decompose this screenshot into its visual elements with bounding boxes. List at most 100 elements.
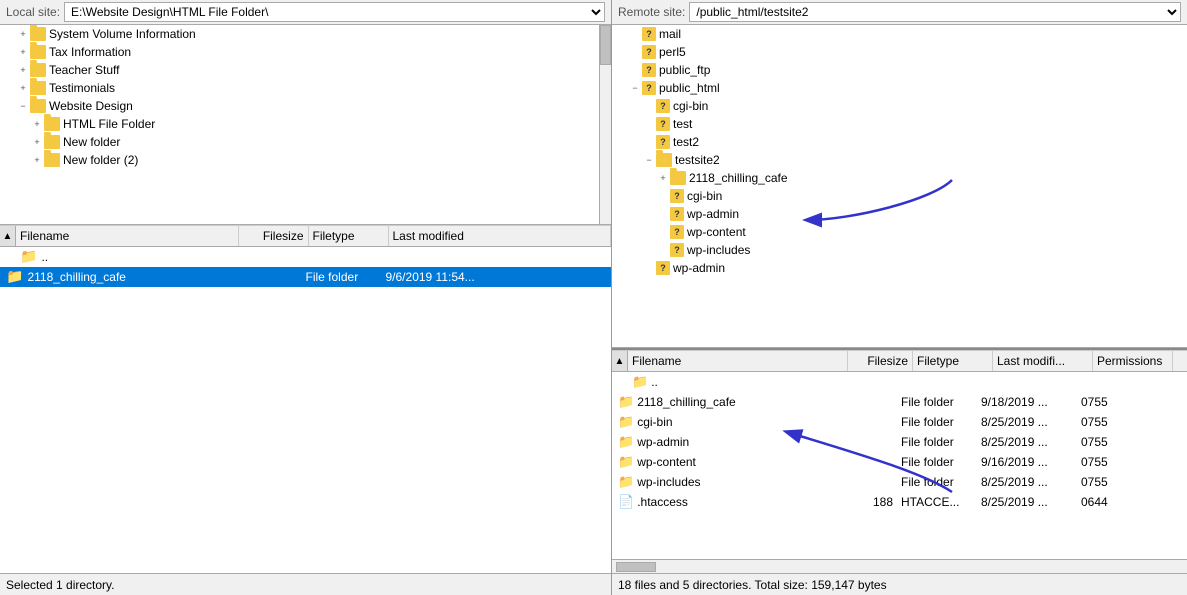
main-container: Local site: E:\Website Design\HTML File … bbox=[0, 0, 1187, 595]
expand-htmlfilefolder[interactable]: + bbox=[30, 119, 44, 129]
tree-item-cgibin2-r[interactable]: cgi-bin bbox=[612, 187, 1187, 205]
col-filename[interactable]: Filename bbox=[16, 226, 239, 246]
tree-item-websitedesign[interactable]: − Website Design bbox=[0, 97, 611, 115]
tree-item-wpcontent-r[interactable]: wp-content bbox=[612, 223, 1187, 241]
expand-svi[interactable]: + bbox=[16, 29, 30, 39]
col-filesize[interactable]: Filesize bbox=[239, 226, 309, 246]
label-websitedesign: Website Design bbox=[49, 99, 133, 113]
remote-cgibin-name: cgi-bin bbox=[637, 415, 672, 429]
remote-col-filesize[interactable]: Filesize bbox=[848, 351, 913, 371]
remote-wpadmin-size bbox=[832, 432, 897, 451]
expand-public-html[interactable]: − bbox=[628, 83, 642, 93]
label-tax: Tax Information bbox=[49, 45, 131, 59]
expand-newfolder[interactable]: + bbox=[30, 137, 44, 147]
parent-modified bbox=[389, 247, 612, 266]
remote-htaccess-mod: 8/25/2019 ... bbox=[977, 492, 1077, 511]
remote-col-lastmod[interactable]: Last modifi... bbox=[993, 351, 1093, 371]
remote-file-list[interactable]: 📁 .. 📁 2118_chilling_cafe File folder bbox=[612, 372, 1187, 573]
tree-item-test2[interactable]: test2 bbox=[612, 133, 1187, 151]
remote-parent-perms bbox=[1077, 372, 1157, 391]
local-file-list[interactable]: 📁 .. 📁 2118_chilling_cafe File folder 9/… bbox=[0, 247, 611, 573]
remote-file-row-cgibin[interactable]: 📁 cgi-bin File folder 8/25/2019 ... 0755 bbox=[612, 412, 1187, 432]
file-row-parent[interactable]: 📁 .. bbox=[0, 247, 611, 267]
remote-site-label: Remote site: bbox=[618, 5, 685, 19]
remote-parent-size bbox=[832, 372, 897, 391]
expand-testimonials[interactable]: + bbox=[16, 83, 30, 93]
sort-btn[interactable]: ▲ bbox=[0, 226, 16, 246]
tree-item-testimonials[interactable]: + Testimonials bbox=[0, 79, 611, 97]
cafe-modified: 9/6/2019 11:54... bbox=[382, 267, 612, 286]
tree-item-wpadmin2-r[interactable]: wp-admin bbox=[612, 259, 1187, 277]
tree-item-testsite2[interactable]: − testsite2 bbox=[612, 151, 1187, 169]
expand-websitedesign[interactable]: − bbox=[16, 101, 30, 111]
tree-item-test[interactable]: test bbox=[612, 115, 1187, 133]
remote-cafe-perms: 0755 bbox=[1077, 392, 1157, 411]
col-filename-label: Filename bbox=[20, 229, 69, 243]
tree-item-cafe-r[interactable]: + 2118_chilling_cafe bbox=[612, 169, 1187, 187]
remote-file-row-cafe[interactable]: 📁 2118_chilling_cafe File folder 9/18/20… bbox=[612, 392, 1187, 412]
tree-item-public-html[interactable]: − public_html bbox=[612, 79, 1187, 97]
remote-file-row-parent[interactable]: 📁 .. bbox=[612, 372, 1187, 392]
expand-newfolder2[interactable]: + bbox=[30, 155, 44, 165]
local-tree[interactable]: + System Volume Information + Tax Inform… bbox=[0, 25, 611, 225]
remote-sort-btn[interactable]: ▲ bbox=[612, 351, 628, 371]
tree-item-wpadmin-r[interactable]: wp-admin bbox=[612, 205, 1187, 223]
remote-col-filetype[interactable]: Filetype bbox=[913, 351, 993, 371]
question-icon-cgibin-r bbox=[656, 99, 670, 113]
label-cgibin2-r: cgi-bin bbox=[687, 189, 722, 203]
remote-col-perms[interactable]: Permissions bbox=[1093, 351, 1173, 371]
folder-icon-teacher bbox=[30, 63, 46, 77]
tree-item-public-ftp[interactable]: public_ftp bbox=[612, 61, 1187, 79]
remote-file-row-wpadmin[interactable]: 📁 wp-admin File folder 8/25/2019 ... 075… bbox=[612, 432, 1187, 452]
expand-tax[interactable]: + bbox=[16, 47, 30, 57]
label-cafe-r: 2118_chilling_cafe bbox=[689, 171, 788, 185]
remote-site-header: Remote site: /public_html/testsite2 bbox=[612, 0, 1187, 25]
label-newfolder: New folder bbox=[63, 135, 120, 149]
remote-file-row-wpcontent[interactable]: 📁 wp-content File folder 9/16/2019 ... 0… bbox=[612, 452, 1187, 472]
remote-col-headers: ▲ Filename Filesize Filetype Last modifi… bbox=[612, 350, 1187, 372]
remote-wpincludes-type: File folder bbox=[897, 472, 977, 491]
tree-item-tax[interactable]: + Tax Information bbox=[0, 43, 611, 61]
label-public-html: public_html bbox=[659, 81, 720, 95]
remote-cgibin-mod: 8/25/2019 ... bbox=[977, 412, 1077, 431]
remote-file-row-htaccess[interactable]: 📄 .htaccess 188 HTACCE... 8/25/2019 ... … bbox=[612, 492, 1187, 512]
remote-cgibin-perms: 0755 bbox=[1077, 412, 1157, 431]
tree-item-svi[interactable]: + System Volume Information bbox=[0, 25, 611, 43]
folder-icon-svi bbox=[30, 27, 46, 41]
tree-item-mail[interactable]: mail bbox=[612, 25, 1187, 43]
remote-file-row-wpincludes[interactable]: 📁 wp-includes File folder 8/25/2019 ... … bbox=[612, 472, 1187, 492]
question-icon-public-html bbox=[642, 81, 656, 95]
label-wpadmin-r: wp-admin bbox=[687, 207, 739, 221]
col-lastmodified[interactable]: Last modified bbox=[389, 226, 612, 246]
tree-item-newfolder2[interactable]: + New folder (2) bbox=[0, 151, 611, 169]
local-site-path[interactable]: E:\Website Design\HTML File Folder\ bbox=[64, 2, 605, 22]
left-panel: Local site: E:\Website Design\HTML File … bbox=[0, 0, 612, 595]
remote-tree[interactable]: mail perl5 public_ftp − public_html bbox=[612, 25, 1187, 348]
remote-cafe-mod: 9/18/2019 ... bbox=[977, 392, 1077, 411]
remote-site-path[interactable]: /public_html/testsite2 bbox=[689, 2, 1181, 22]
tree-item-perl5[interactable]: perl5 bbox=[612, 43, 1187, 61]
label-wpcontent-r: wp-content bbox=[687, 225, 746, 239]
tree-item-cgibin-r[interactable]: cgi-bin bbox=[612, 97, 1187, 115]
remote-col-filename[interactable]: Filename bbox=[628, 351, 848, 371]
h-scrollbar[interactable] bbox=[612, 559, 1187, 573]
col-filetype[interactable]: Filetype bbox=[309, 226, 389, 246]
label-mail: mail bbox=[659, 27, 681, 41]
remote-wpcontent-size bbox=[832, 452, 897, 471]
expand-teacher[interactable]: + bbox=[16, 65, 30, 75]
expand-testsite2[interactable]: − bbox=[642, 155, 656, 165]
question-icon-wpincludes-r bbox=[670, 243, 684, 257]
tree-item-newfolder[interactable]: + New folder bbox=[0, 133, 611, 151]
local-status-bar: Selected 1 directory. bbox=[0, 573, 611, 595]
remote-wpincludes-size bbox=[832, 472, 897, 491]
tree-item-wpincludes-r[interactable]: wp-includes bbox=[612, 241, 1187, 259]
remote-wpincludes-perms: 0755 bbox=[1077, 472, 1157, 491]
remote-wpadmin-name: wp-admin bbox=[637, 435, 689, 449]
tree-item-teacher[interactable]: + Teacher Stuff bbox=[0, 61, 611, 79]
remote-wpadmin-perms: 0755 bbox=[1077, 432, 1157, 451]
file-row-cafe[interactable]: 📁 2118_chilling_cafe File folder 9/6/201… bbox=[0, 267, 611, 287]
col-filetype-label: Filetype bbox=[313, 229, 355, 243]
question-icon-wpadmin2-r bbox=[656, 261, 670, 275]
tree-item-htmlfilefolder[interactable]: + HTML File Folder bbox=[0, 115, 611, 133]
expand-cafe-r[interactable]: + bbox=[656, 173, 670, 183]
